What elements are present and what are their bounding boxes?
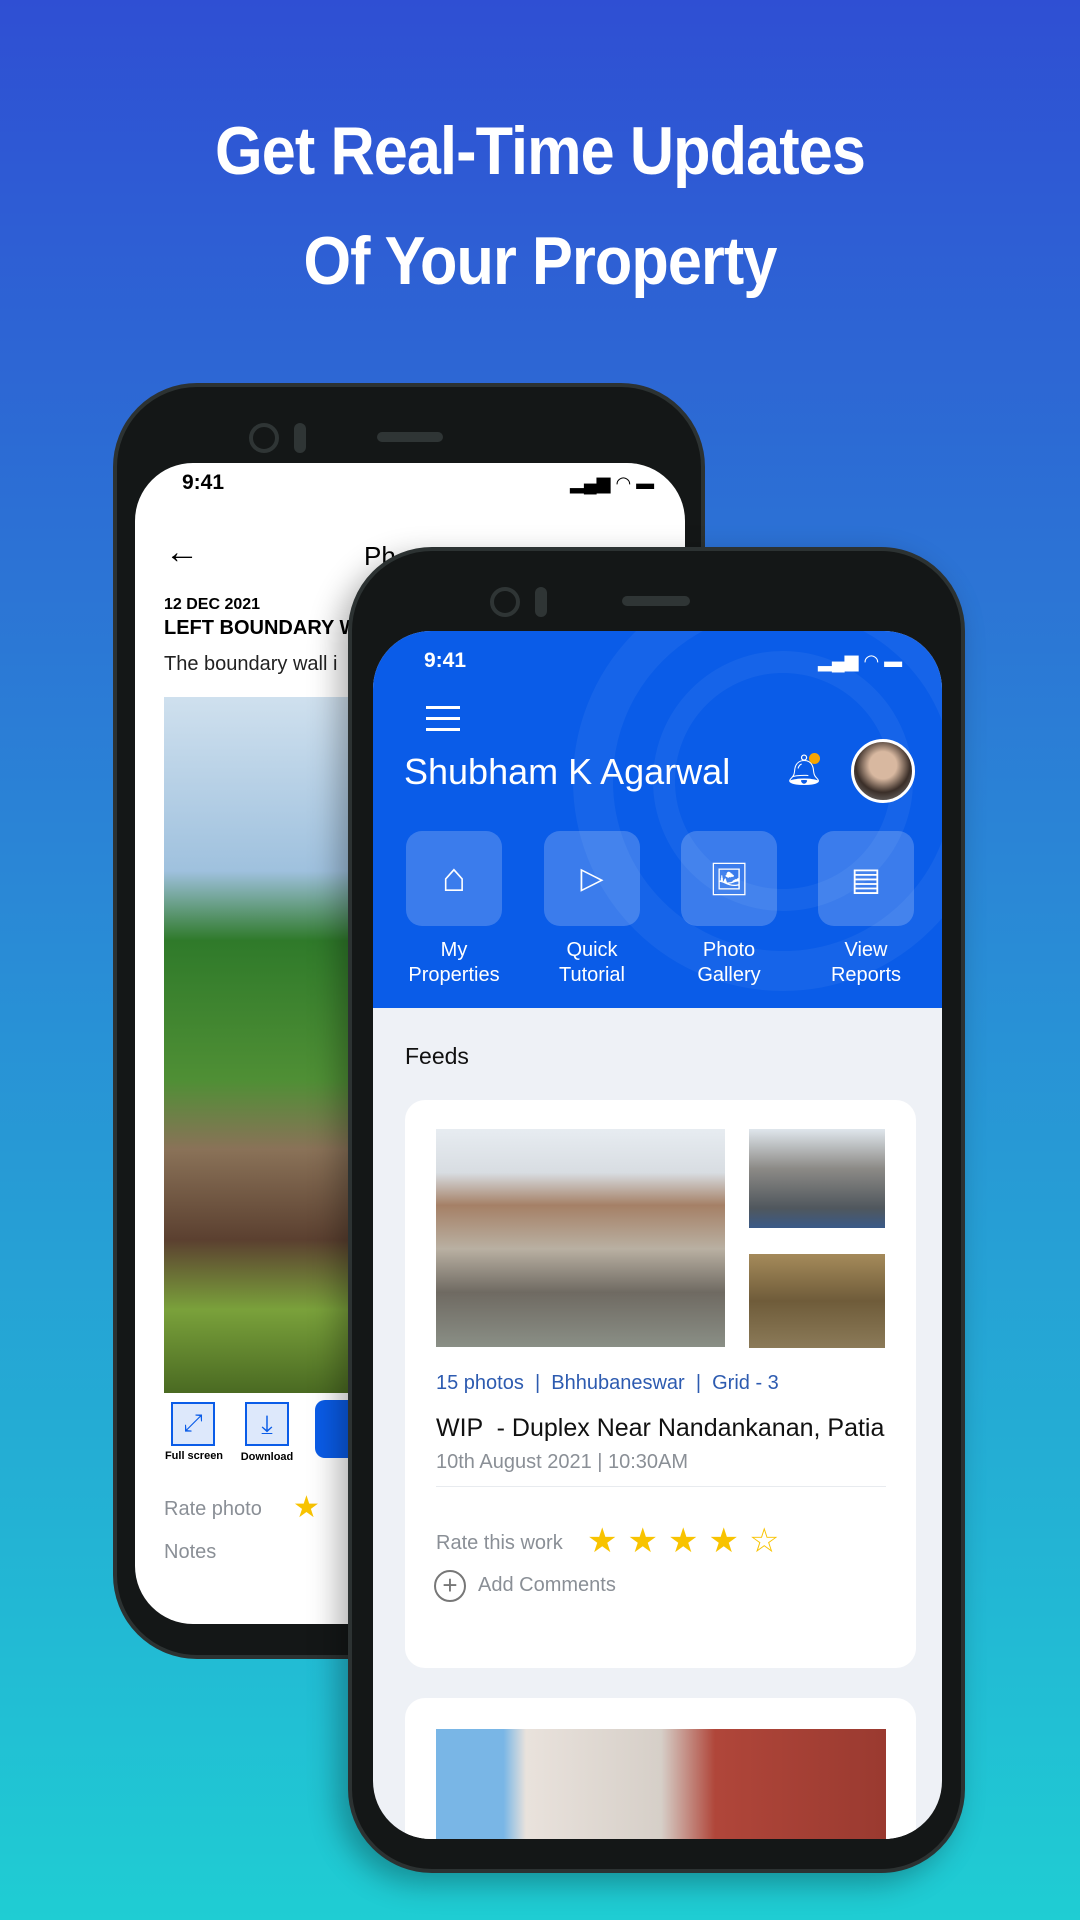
rating-stars[interactable]: ★ ★ ★ ★ ☆ <box>587 1524 779 1558</box>
rate-photo-label: Rate photo <box>164 1498 262 1520</box>
notes-label: Notes <box>164 1541 217 1563</box>
tile-view-reports[interactable]: ▤ <box>818 831 914 926</box>
star-icon[interactable]: ★ <box>708 1524 738 1558</box>
tile-my-properties[interactable]: ⌂ <box>406 831 502 926</box>
headline-line1: Get Real-Time Updates <box>215 113 866 189</box>
status-icons: ▂▄▆ ◠ ▬ <box>570 473 655 493</box>
notification-dot <box>809 753 820 764</box>
feed-thumb-photo[interactable] <box>749 1129 885 1228</box>
add-comments-button[interactable]: Add Comments <box>478 1574 616 1597</box>
feed-datetime: 10th August 2021 | 10:30AM <box>436 1451 689 1473</box>
headline-line2: Of Your Property <box>303 223 777 299</box>
back-arrow-icon[interactable]: ← <box>165 533 199 572</box>
feed-main-photo[interactable] <box>436 1129 725 1347</box>
add-comment-icon[interactable]: + <box>434 1570 466 1602</box>
star-icon[interactable]: ★ <box>587 1524 617 1558</box>
feed-title[interactable]: WIP - Duplex Near Nandankanan, Patia <box>436 1414 884 1443</box>
feeds-label: Feeds <box>405 1043 469 1069</box>
rate-work-label: Rate this work <box>436 1532 563 1554</box>
fullscreen-icon[interactable]: ⤢ <box>171 1402 215 1446</box>
status-time: 9:41 <box>182 471 225 494</box>
tile-label[interactable]: View Reports <box>798 938 934 988</box>
user-name: Shubham K Agarwal <box>404 751 731 792</box>
feed-card[interactable] <box>405 1698 916 1839</box>
photo-description: The boundary wall i <box>164 653 338 675</box>
status-icons: ▂▄▆ ◠ ▬ <box>818 651 903 671</box>
star-icon[interactable]: ★ <box>627 1524 657 1558</box>
front-phone: 9:41 ▂▄▆ ◠ ▬ Shubham K Agarwal 🔔︎ ⌂ ▷ 🖼︎… <box>348 547 965 1873</box>
download-icon[interactable]: ⤓ <box>245 1402 289 1446</box>
feed-thumb-photo[interactable] <box>749 1254 885 1348</box>
fullscreen-label[interactable]: Full screen <box>159 1450 229 1462</box>
download-label[interactable]: Download <box>232 1451 302 1463</box>
home-icon: ⌂ <box>441 856 467 900</box>
feed-meta: 15 photos | Bhhubaneswar | Grid - 3 <box>436 1372 779 1394</box>
star-icon[interactable]: ★ <box>293 1493 320 1523</box>
report-icon: ▤ <box>850 860 882 897</box>
tile-label[interactable]: Photo Gallery <box>661 938 797 988</box>
tile-label[interactable]: Quick Tutorial <box>524 938 660 988</box>
divider <box>436 1486 886 1487</box>
feed-main-photo[interactable] <box>436 1729 886 1839</box>
menu-icon[interactable] <box>426 706 460 731</box>
gallery-icon: 🖼︎ <box>708 860 750 897</box>
star-icon[interactable]: ★ <box>668 1524 698 1558</box>
feed-card[interactable]: 15 photos | Bhhubaneswar | Grid - 3 WIP … <box>405 1100 916 1668</box>
photo-heading: LEFT BOUNDARY W <box>164 617 359 639</box>
avatar[interactable] <box>851 739 915 803</box>
tile-photo-gallery[interactable]: 🖼︎ <box>681 831 777 926</box>
front-screen: 9:41 ▂▄▆ ◠ ▬ Shubham K Agarwal 🔔︎ ⌂ ▷ 🖼︎… <box>373 631 942 1839</box>
photo-date: 12 DEC 2021 <box>164 596 261 613</box>
play-icon: ▷ <box>580 862 604 895</box>
tile-quick-tutorial[interactable]: ▷ <box>544 831 640 926</box>
status-time: 9:41 <box>424 649 467 672</box>
star-outline-icon[interactable]: ☆ <box>749 1524 779 1558</box>
tile-label[interactable]: My Properties <box>386 938 522 988</box>
